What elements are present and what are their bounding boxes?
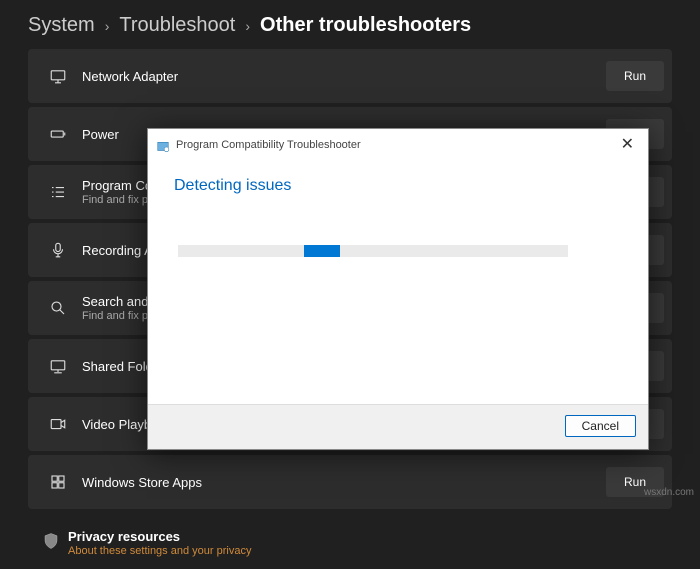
dialog-body: Detecting issues: [148, 159, 648, 404]
privacy-subtitle: About these settings and your privacy: [68, 545, 251, 557]
dialog-footer: Cancel: [148, 404, 648, 449]
close-button[interactable]: ✕: [615, 135, 640, 155]
troubleshooter-icon: [156, 138, 170, 152]
dialog-heading: Detecting issues: [174, 177, 622, 195]
dialog-overlay: Program Compatibility Troubleshooter ✕ D…: [0, 0, 700, 500]
progress-bar: [178, 245, 568, 257]
progress-chunk: [304, 245, 340, 257]
privacy-resources[interactable]: Privacy resources About these settings a…: [28, 517, 672, 569]
cancel-button[interactable]: Cancel: [565, 415, 636, 437]
dialog-title: Program Compatibility Troubleshooter: [176, 139, 361, 151]
shield-icon: [42, 532, 60, 555]
dialog-titlebar: Program Compatibility Troubleshooter ✕: [148, 129, 648, 159]
troubleshooter-dialog: Program Compatibility Troubleshooter ✕ D…: [147, 128, 649, 450]
privacy-title: Privacy resources: [68, 529, 251, 544]
watermark: wsxdn.com: [644, 487, 694, 498]
